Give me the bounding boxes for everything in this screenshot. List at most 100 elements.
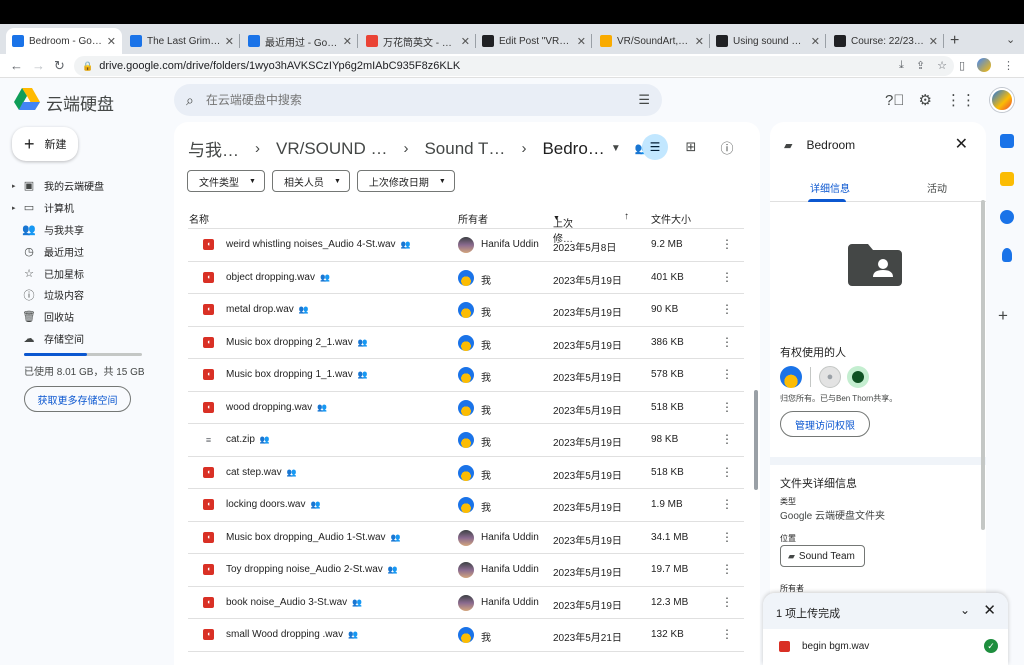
browser-tab[interactable]: Edit Post "VR12—Wi ✕ (476, 28, 592, 54)
table-row[interactable]: ◖ object dropping.wav 👥 我 2023年5月19日 401 KB ⋮ (188, 262, 744, 294)
share-icon[interactable]: ⇪ (916, 59, 925, 72)
close-tab-icon[interactable]: ✕ (343, 35, 352, 48)
search-input[interactable] (205, 93, 606, 107)
more-actions-icon[interactable]: ⋮ (721, 562, 733, 576)
table-row[interactable]: ◖ Toy dropping noise_Audio 2-St.wav 👥 Hanif… (188, 554, 744, 587)
get-more-storage-button[interactable]: 获取更多存储空间 (24, 386, 131, 412)
column-owner[interactable]: 所有者 (458, 211, 488, 226)
more-actions-icon[interactable]: ⋮ (721, 465, 733, 479)
more-actions-icon[interactable]: ⋮ (721, 432, 733, 446)
table-row[interactable]: ◖ weird whistling noises_Audio 4-St.wav 👥 H… (188, 229, 744, 262)
more-actions-icon[interactable]: ⋮ (721, 237, 733, 251)
table-row[interactable]: ◖ book noise_Audio 3-St.wav 👥 Hanifa Uddin 2… (188, 587, 744, 619)
search-icon[interactable]: ⌕ (186, 92, 194, 109)
expand-caret-icon[interactable]: ▸ (12, 204, 22, 212)
settings-gear-icon[interactable]: ⚙ (919, 91, 932, 109)
sidebar-item[interactable]: ▸ ▭ 计算机 (12, 197, 162, 219)
close-tab-icon[interactable]: ✕ (461, 35, 470, 48)
location-chip[interactable]: ▰ Sound Team (780, 545, 865, 567)
sidebar-item[interactable]: ◷ 最近用过 (12, 240, 162, 262)
table-row[interactable]: ◖ Music box dropping 2_1.wav 👥 我 2023年5月19日 3… (188, 327, 744, 359)
table-row[interactable]: ◖ locking doors.wav 👥 我 2023年5月19日 1.9 MB ⋮ (188, 489, 744, 522)
close-tab-icon[interactable]: ✕ (225, 35, 234, 48)
browser-tab[interactable]: 最近用过 - Google ✕ (242, 28, 358, 54)
browser-tab[interactable]: The Last Grimm Tal ✕ (124, 28, 240, 54)
sidebar-item[interactable]: 🗑 回收站 (12, 306, 162, 328)
close-tab-icon[interactable]: ✕ (695, 35, 704, 48)
tasks-icon[interactable] (1000, 210, 1014, 224)
back-icon[interactable]: ← (10, 58, 23, 73)
new-tab-button[interactable]: + (950, 32, 959, 50)
grid-view-icon[interactable]: ⊞ (678, 134, 704, 160)
more-actions-icon[interactable]: ⋮ (721, 270, 733, 284)
breadcrumb-item-soundteam[interactable]: Sound T… (424, 139, 505, 159)
browser-menu-icon[interactable]: ⋮ (1003, 59, 1014, 72)
table-row[interactable]: ≡ cat.zip 👥 我 2023年5月19日 98 KB ⋮ (188, 424, 744, 457)
more-actions-icon[interactable]: ⋮ (721, 627, 733, 641)
browser-tab[interactable]: 万花筒英文 - Googl ✕ (360, 28, 476, 54)
table-row[interactable]: ◖ metal drop.wav 👥 我 2023年5月19日 90 KB ⋮ (188, 294, 744, 327)
tab-details[interactable]: 详细信息 (810, 180, 850, 195)
sidebar-item[interactable]: 👥 与我共享 (12, 219, 162, 241)
sidebar-item[interactable]: ▸ ▣ 我的云端硬盘 (12, 175, 162, 197)
close-icon[interactable]: ✕ (983, 601, 996, 619)
breadcrumb-item-shared[interactable]: 与我… (188, 136, 239, 161)
table-row[interactable]: ◖ wood dropping.wav 👥 我 2023年5月19日 518 KB ⋮ (188, 392, 744, 424)
tab-activity[interactable]: 活动 (927, 180, 947, 195)
uploaded-file[interactable]: begin bgm.wav (779, 641, 869, 652)
close-icon[interactable]: ✕ (955, 134, 968, 154)
sort-arrow-up-icon[interactable]: ↑ (624, 211, 629, 222)
profile-avatar[interactable] (977, 58, 991, 72)
table-row[interactable]: ◖ Music box dropping_Audio 1-St.wav 👥 Hanif… (188, 522, 744, 554)
expand-caret-icon[interactable]: ▸ (12, 182, 22, 190)
table-row[interactable]: ◖ cat step.wav 👥 我 2023年5月19日 518 KB ⋮ (188, 457, 744, 489)
access-avatars[interactable]: ● (780, 366, 869, 388)
help-icon[interactable]: ?⃝ (885, 92, 905, 109)
close-tab-icon[interactable]: ✕ (929, 35, 938, 48)
account-avatar[interactable] (990, 88, 1014, 112)
search-options-icon[interactable]: ☰ (638, 92, 650, 108)
breadcrumb-item-current[interactable]: Bedro… (542, 139, 604, 159)
reload-icon[interactable]: ↻ (54, 58, 65, 74)
close-tab-icon[interactable]: ✕ (577, 35, 586, 48)
browser-tab[interactable]: Course: 22/23 Coll ✕ (828, 28, 944, 54)
browser-tab[interactable]: VR/SoundArt, Onli ✕ (594, 28, 710, 54)
info-icon[interactable]: ⓘ (714, 134, 740, 160)
table-row[interactable]: ◖ Music box dropping 1_1.wav 👥 我 2023年5月19日 5… (188, 359, 744, 392)
breadcrumb-item-vrsound[interactable]: VR/SOUND … (276, 139, 387, 159)
new-button[interactable]: + 新建 (12, 127, 78, 161)
filter-people[interactable]: 相关人员 ▼ (271, 170, 350, 192)
details-scrollbar[interactable] (981, 200, 985, 530)
filter-file-type[interactable]: 文件类型 ▼ (187, 170, 265, 192)
filter-modified[interactable]: 上次修改日期 ▼ (356, 170, 455, 192)
column-size[interactable]: 文件大小 (651, 211, 691, 226)
drive-logo-icon[interactable] (14, 88, 40, 110)
sidebar-item[interactable]: ⓘ 垃圾内容 (12, 284, 162, 306)
chevron-down-icon[interactable]: ⌄ (960, 603, 970, 617)
keep-icon[interactable] (1000, 172, 1014, 186)
tab-search-icon[interactable]: ⌄ (1006, 33, 1015, 46)
add-addon-icon[interactable]: + (998, 306, 1008, 326)
close-tab-icon[interactable]: ✕ (811, 35, 820, 48)
contacts-icon[interactable] (1002, 248, 1012, 262)
forward-icon[interactable]: → (32, 58, 45, 73)
table-row[interactable]: ◖ small Wood dropping .wav 👥 我 2023年5月21日 132… (188, 619, 744, 652)
address-bar[interactable]: 🔒 drive.google.com/drive/folders/1wyo3hA… (74, 56, 954, 76)
browser-tab[interactable]: Using sound desig ✕ (710, 28, 826, 54)
more-actions-icon[interactable]: ⋮ (721, 595, 733, 609)
sidebar-item[interactable]: ☆ 已加星标 (12, 262, 162, 284)
bookmark-star-icon[interactable]: ☆ (937, 59, 947, 72)
calendar-icon[interactable] (1000, 134, 1014, 148)
caret-down-icon[interactable]: ▼ (611, 143, 621, 154)
filter-icon[interactable]: ☰ (642, 134, 668, 160)
more-actions-icon[interactable]: ⋮ (721, 302, 733, 316)
apps-grid-icon[interactable]: ⋮⋮ (946, 91, 976, 109)
more-actions-icon[interactable]: ⋮ (721, 367, 733, 381)
close-tab-icon[interactable]: ✕ (107, 35, 116, 48)
browser-tab[interactable]: Bedroom - Google ✕ (6, 28, 122, 54)
side-panel-icon[interactable]: ▯ (959, 59, 965, 72)
more-actions-icon[interactable]: ⋮ (721, 530, 733, 544)
manage-access-button[interactable]: 管理访问权限 (780, 411, 870, 437)
more-actions-icon[interactable]: ⋮ (721, 335, 733, 349)
download-icon[interactable]: ⤓ (899, 59, 904, 72)
